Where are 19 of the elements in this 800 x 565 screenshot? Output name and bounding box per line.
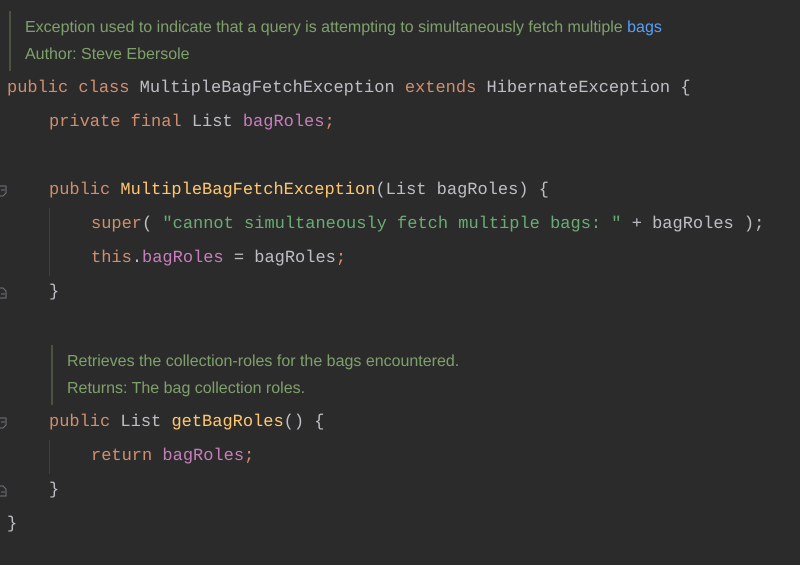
- doc-text: Retrieves the collection-roles for the bags encountered.: [67, 352, 460, 372]
- doc-text: Author: Steve Ebersole: [25, 45, 191, 65]
- code-line: this.bagRoles = bagRoles;: [91, 248, 346, 270]
- code-line: super( "cannot simultaneously fetch multiple bags: " + bagRoles );: [91, 214, 764, 236]
- code-line: }: [49, 480, 60, 502]
- code-line: }: [7, 514, 18, 536]
- doc-text: Returns: The bag collection roles.: [67, 379, 306, 399]
- fold-icon[interactable]: [0, 185, 7, 197]
- fold-end-icon[interactable]: [0, 485, 7, 497]
- fold-icon[interactable]: [0, 417, 7, 429]
- doc-link[interactable]: bags: [627, 19, 662, 36]
- code-line: public List getBagRoles() {: [49, 412, 324, 434]
- doc-text: Exception used to indicate that a query is attempting to simultaneously fetch multiple bags: [25, 18, 662, 38]
- code-line: return bagRoles;: [91, 446, 254, 468]
- code-line: private final List bagRoles;: [49, 112, 335, 134]
- code-line: }: [49, 282, 60, 304]
- code-line: public MultipleBagFetchException(List bagRoles) {: [49, 180, 549, 202]
- code-line: public class MultipleBagFetchException extends HibernateException {: [7, 78, 691, 100]
- fold-end-icon[interactable]: [0, 287, 7, 299]
